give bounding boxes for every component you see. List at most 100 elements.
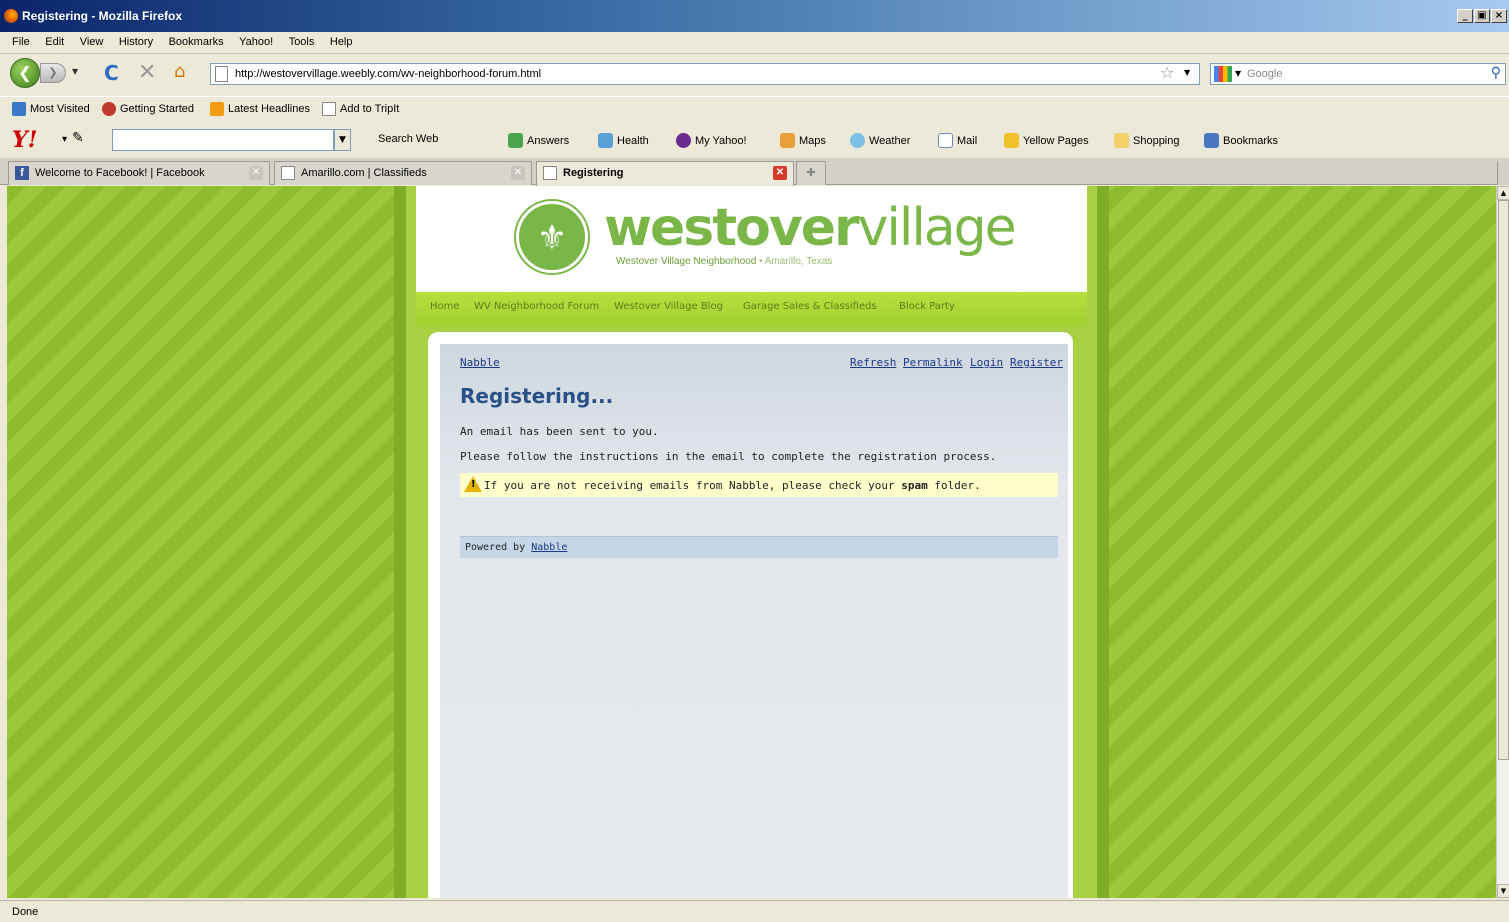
bookmarks-toolbar: Most Visited Getting Started Latest Head… [0,96,1509,120]
site-logo-text[interactable]: westovervillage [604,198,1017,258]
tab-close-icon[interactable]: ✕ [511,166,525,180]
login-link[interactable]: Login [970,356,1003,369]
refresh-link[interactable]: Refresh [850,356,896,369]
yahoo-bookmarks[interactable]: Bookmarks [1204,133,1278,148]
menu-bookmarks[interactable]: Bookmarks [169,36,224,48]
yahoo-maps[interactable]: Maps [780,133,826,148]
yahoo-search-dropdown[interactable]: ▼ [334,129,351,151]
menu-file[interactable]: File [12,36,30,48]
pencil-icon[interactable]: ✎ [72,130,84,146]
stop-icon[interactable]: ✕ [138,60,156,85]
status-text: Done [12,906,39,918]
page-title: Registering... [460,384,614,408]
instructions-text: Please follow the instructions in the em… [460,450,997,463]
tab-close-icon[interactable]: ✕ [249,166,263,180]
fleur-de-lis-logo-icon[interactable]: ⚜ [516,201,588,273]
tab-amarillo-classifieds[interactable]: Amarillo.com | Classifieds ✕ [274,161,532,185]
health-icon [598,133,613,148]
tab-facebook[interactable]: f Welcome to Facebook! | Facebook ✕ [8,161,270,185]
menu-history[interactable]: History [119,36,153,48]
yahoo-shopping[interactable]: Shopping [1114,133,1180,148]
google-icon[interactable] [1214,66,1232,82]
new-tab-button[interactable]: ✚ [796,161,826,185]
page-icon [322,102,336,116]
firefox-icon [4,9,18,23]
register-link[interactable]: Register [1010,356,1063,369]
nav-home[interactable]: Home [430,301,460,312]
maximize-button[interactable]: ▣ [1474,9,1490,23]
page-viewport: ⚜ westovervillage Westover Village Neigh… [7,186,1496,898]
yahoo-health[interactable]: Health [598,133,649,148]
scroll-down-icon[interactable]: ▼ [1497,884,1509,898]
window-titlebar: Registering - Mozilla Firefox _ ▣ × [0,0,1509,32]
yahoo-mail[interactable]: Mail [938,133,977,148]
menu-help[interactable]: Help [330,36,353,48]
nav-wv-neighborhood-forum[interactable]: WV Neighborhood Forum [474,301,599,312]
bookmark-latest-headlines[interactable]: Latest Headlines [210,102,310,116]
back-button[interactable]: ❮ [10,58,40,88]
tab-close-icon[interactable]: ✕ [773,166,787,180]
nav-block-party[interactable]: Block Party [899,301,955,312]
tab-list-button[interactable] [1497,161,1509,185]
menu-bar: File Edit View History Bookmarks Yahoo! … [0,32,1509,54]
nav-garage-sales[interactable]: Garage Sales & Classifieds [743,301,877,312]
yahoo-answers[interactable]: Answers [508,133,569,148]
page-icon [281,166,295,180]
site-border-left-inner [406,186,416,898]
yahoo-my-yahoo[interactable]: My Yahoo! [676,133,747,148]
forward-button[interactable]: ❯ [40,63,66,83]
reload-icon[interactable]: C [104,61,119,85]
scrollbar-thumb[interactable] [1498,200,1509,760]
yahoo-yellow-pages[interactable]: Yellow Pages [1004,133,1089,148]
yahoo-search-input[interactable] [112,129,334,151]
nav-westover-village-blog[interactable]: Westover Village Blog [614,301,723,312]
search-icon[interactable]: ⚲ [1491,65,1501,81]
site-nav: Home WV Neighborhood Forum Westover Vill… [416,292,1087,326]
most-visited-icon [12,102,26,116]
getting-started-icon [102,102,116,116]
powered-by-footer: Powered by Nabble [460,536,1058,558]
menu-tools[interactable]: Tools [289,36,315,48]
facebook-icon: f [15,166,29,180]
weather-icon [850,133,865,148]
history-dropdown-icon[interactable]: ▼ [72,67,78,76]
search-box[interactable]: ▼ Google ⚲ [1210,63,1506,85]
site-border-right-inner [1087,186,1097,898]
search-engine-dropdown-icon[interactable]: ▼ [1235,69,1241,78]
menu-view[interactable]: View [80,36,104,48]
bookmark-add-to-tripit[interactable]: Add to TripIt [322,102,399,116]
menu-edit[interactable]: Edit [45,36,64,48]
bookmark-star-icon[interactable]: ☆ [1160,63,1174,82]
url-text[interactable]: http://westovervillage.weebly.com/wv-nei… [235,68,541,80]
navigation-toolbar: ❮ ❯ ▼ C ✕ ⌂ http://westovervillage.weebl… [0,55,1509,91]
warning-icon [464,476,482,492]
window-title: Registering - Mozilla Firefox [22,9,183,23]
yahoo-weather[interactable]: Weather [850,133,910,148]
search-placeholder[interactable]: Google [1247,68,1282,80]
minimize-button[interactable]: _ [1457,9,1473,23]
page-scrollbar[interactable]: ▲ ▼ [1496,186,1509,898]
bookmark-most-visited[interactable]: Most Visited [12,102,90,116]
tab-registering[interactable]: Registering ✕ [536,161,794,186]
yahoo-dropdown-icon[interactable]: ▾ [62,134,67,145]
home-icon[interactable]: ⌂ [174,61,185,82]
my-yahoo-icon [676,133,691,148]
tab-bar: f Welcome to Facebook! | Facebook ✕ Amar… [0,158,1509,186]
yahoo-logo-icon[interactable]: Y! [12,127,37,153]
spam-warning: If you are not receiving emails from Nab… [460,473,1058,497]
url-dropdown-icon[interactable]: ▼ [1184,68,1190,77]
url-bar[interactable]: http://westovervillage.weebly.com/wv-nei… [210,63,1200,85]
scroll-up-icon[interactable]: ▲ [1497,186,1509,200]
window-controls: _ ▣ × [1457,9,1507,23]
permalink-link[interactable]: Permalink [903,356,963,369]
search-web-button[interactable]: Search Web [378,133,438,145]
close-button[interactable]: × [1491,9,1507,23]
site-header: ⚜ westovervillage Westover Village Neigh… [416,186,1087,288]
maps-icon [780,133,795,148]
site-tagline: Westover Village Neighborhood • Amarillo… [616,256,833,267]
bookmark-getting-started[interactable]: Getting Started [102,102,194,116]
nabble-home-link[interactable]: Nabble [460,356,500,369]
menu-yahoo[interactable]: Yahoo! [239,36,273,48]
powered-by-nabble-link[interactable]: Nabble [531,542,567,553]
mail-icon [938,133,953,148]
